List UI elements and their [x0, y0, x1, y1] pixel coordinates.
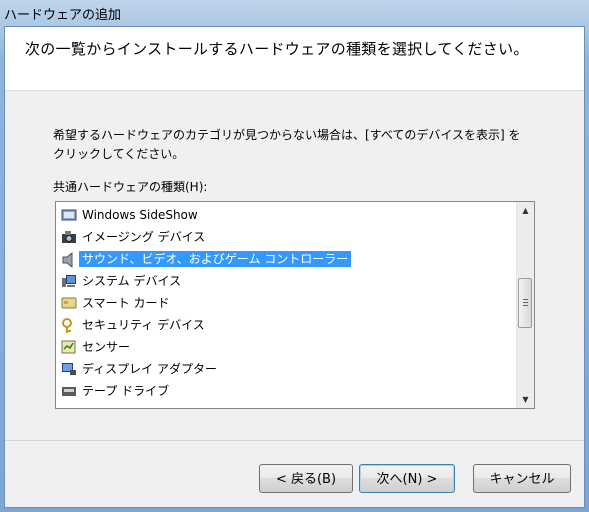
speaker-icon [61, 251, 77, 269]
next-button[interactable]: 次へ(N) > [359, 464, 455, 493]
list-item-display-adapters[interactable]: ディスプレイ アダプター [59, 359, 514, 379]
list-item-sensors[interactable]: センサー [59, 337, 514, 357]
cancel-button[interactable]: キャンセル [473, 464, 571, 493]
camera-icon [61, 230, 77, 244]
hardware-type-listbox[interactable]: Windows SideShow イメージング デバイス サウンド、ビデオ、およ… [55, 201, 535, 409]
window-title: ハードウェアの追加 [4, 8, 122, 23]
wizard-client-area: 次の一覧からインストールするハードウェアの種類を選択してください。 希望するハー… [4, 26, 585, 508]
scroll-up-arrow-icon[interactable]: ▲ [517, 202, 534, 219]
sensor-icon [61, 340, 77, 354]
list-item-security-devices[interactable]: セキュリティ デバイス [59, 315, 514, 335]
wizard-window: ハードウェアの追加 次の一覧からインストールするハードウェアの種類を選択してくだ… [0, 0, 589, 512]
scroll-grip-line [523, 299, 528, 300]
sideshow-icon [61, 208, 77, 222]
hardware-type-label: 共通ハードウェアの種類(H): [53, 180, 208, 194]
scroll-grip-line [523, 302, 528, 303]
header-instruction: 次の一覧からインストールするハードウェアの種類を選択してください。 [25, 40, 529, 58]
listbox-vertical-scrollbar[interactable]: ▲ ▼ [516, 202, 534, 408]
list-item-sideshow[interactable]: Windows SideShow [59, 205, 514, 225]
description-text: 希望するハードウェアのカテゴリが見つからない場合は、[すべてのデバイスを表示] … [53, 126, 553, 164]
back-button[interactable]: < 戻る(B) [259, 464, 353, 493]
display-adapter-icon [61, 362, 77, 376]
wizard-header: 次の一覧からインストールするハードウェアの種類を選択してください。 [5, 27, 584, 91]
scroll-grip-line [523, 305, 528, 306]
list-item-system-devices[interactable]: システム デバイス [59, 271, 514, 291]
list-item-smart-card[interactable]: スマート カード [59, 293, 514, 313]
description-line-2: クリックしてください。 [53, 147, 185, 161]
description-line-1: 希望するハードウェアのカテゴリが見つからない場合は、[すべてのデバイスを表示] … [53, 128, 521, 142]
scroll-down-arrow-icon[interactable]: ▼ [517, 391, 534, 408]
tape-drive-icon [61, 384, 77, 398]
list-item-sound-video-game[interactable]: サウンド、ビデオ、およびゲーム コントローラー [59, 249, 514, 269]
system-device-icon [61, 274, 77, 288]
list-item-imaging-devices[interactable]: イメージング デバイス [59, 227, 514, 247]
key-icon [61, 318, 77, 333]
list-item-tape-drives[interactable]: テープ ドライブ [59, 381, 514, 401]
button-area-separator [5, 440, 584, 441]
title-bar[interactable]: ハードウェアの追加 [0, 0, 589, 26]
scroll-thumb[interactable] [518, 278, 532, 328]
smart-card-icon [61, 296, 77, 310]
